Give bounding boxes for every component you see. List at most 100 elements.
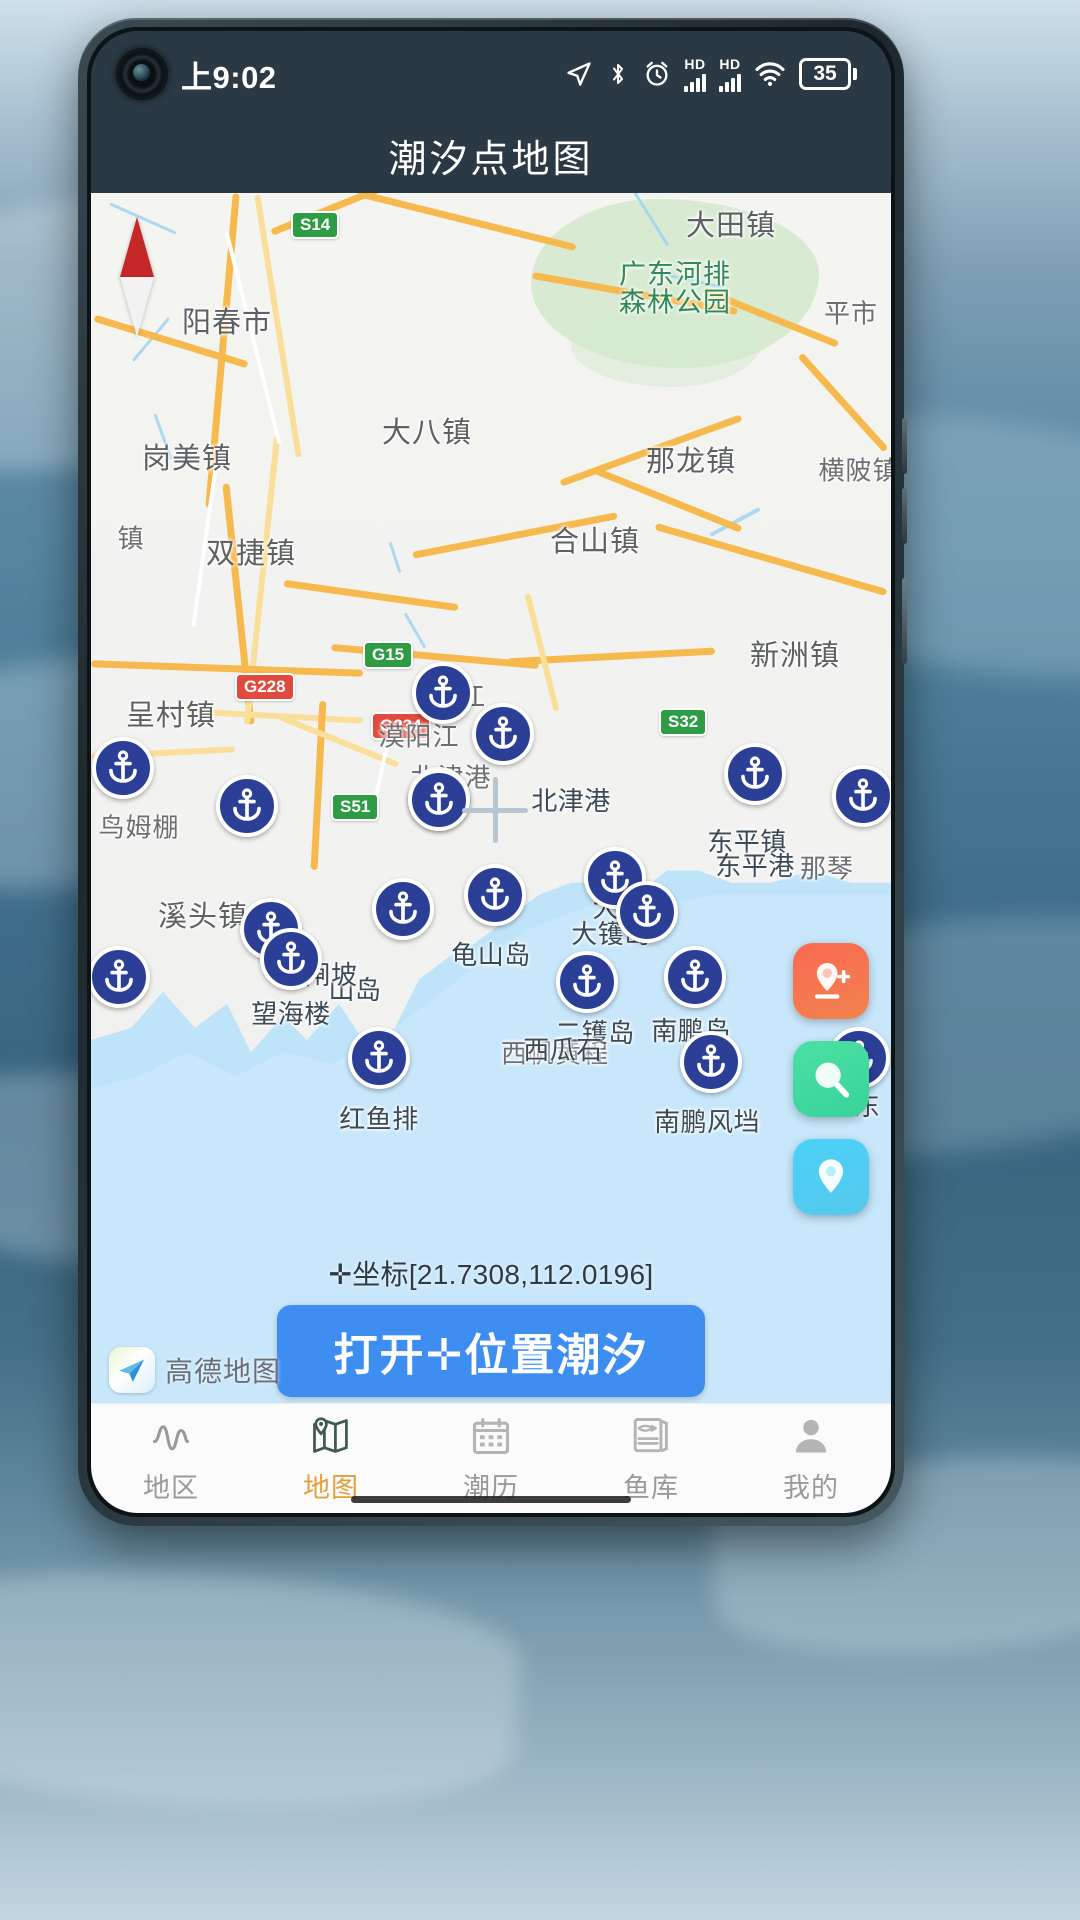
fish-book-icon bbox=[629, 1413, 673, 1459]
tide-point-marker[interactable] bbox=[556, 950, 618, 1013]
anchor-icon bbox=[233, 788, 261, 822]
map-place-label: 新洲镇 bbox=[749, 639, 841, 672]
tide-point-marker[interactable] bbox=[832, 764, 891, 827]
add-tide-point-button[interactable] bbox=[793, 943, 869, 1020]
anchor-icon bbox=[109, 750, 137, 783]
bluetooth-icon bbox=[613, 64, 623, 84]
battery-tip bbox=[853, 67, 857, 80]
search-button[interactable] bbox=[793, 1041, 869, 1118]
map-action-buttons bbox=[793, 943, 869, 1216]
anchor-icon bbox=[481, 877, 509, 910]
volume-up-button[interactable] bbox=[902, 418, 907, 474]
map-place-label: 阳春市 bbox=[181, 307, 273, 340]
map-place-label: 岗美镇 bbox=[141, 442, 233, 475]
road-shield: S32 bbox=[659, 708, 708, 737]
power-button[interactable] bbox=[902, 578, 907, 664]
anchor-icon bbox=[105, 959, 133, 992]
anchor-icon bbox=[681, 959, 709, 992]
tide-point-label: 北津港 bbox=[531, 786, 611, 817]
map-place-label: 平市 bbox=[823, 298, 879, 329]
phone-screen: 上9:02 HD HD 35 潮汐点地图 S14 G15 G228 G234 S… bbox=[91, 31, 891, 1513]
status-bar: 上9:02 HD HD 35 bbox=[91, 31, 891, 117]
map-place-label: 大田镇 bbox=[685, 210, 777, 243]
tide-point-marker[interactable] bbox=[91, 946, 150, 1009]
map-place-label: 大八镇 bbox=[381, 417, 473, 450]
pin-plus-icon bbox=[814, 963, 851, 999]
anchor-icon bbox=[277, 941, 305, 974]
map-place-label: 那龙镇 bbox=[645, 446, 737, 479]
map-place-label: 横陂镇 bbox=[818, 455, 891, 486]
nav-item-region[interactable]: 地区 bbox=[91, 1413, 251, 1505]
anchor-icon bbox=[849, 778, 877, 811]
nav-label: 我的 bbox=[783, 1472, 839, 1503]
amap-logo-icon bbox=[109, 1347, 155, 1393]
phone-frame: 上9:02 HD HD 35 潮汐点地图 S14 G15 G228 G234 S… bbox=[78, 18, 907, 1526]
road-shield: G228 bbox=[235, 673, 295, 702]
front-camera-punch-hole bbox=[119, 51, 165, 97]
tide-point-marker[interactable] bbox=[216, 775, 278, 838]
map-place-label: 镇 bbox=[117, 523, 145, 554]
tide-point-marker[interactable] bbox=[412, 661, 474, 724]
anchor-icon bbox=[573, 964, 601, 997]
tide-point-label: 西瓜石 bbox=[523, 1035, 603, 1066]
tide-point-marker[interactable] bbox=[664, 946, 726, 1009]
tide-point-marker[interactable] bbox=[348, 1027, 410, 1090]
signal-bars bbox=[684, 72, 706, 92]
tide-point-marker[interactable] bbox=[464, 863, 526, 926]
map-place-label: 鸟姆棚 bbox=[98, 812, 180, 843]
nav-item-map[interactable]: 地图 bbox=[251, 1413, 411, 1505]
tide-point-label: 东平港 bbox=[715, 851, 795, 882]
nav-label: 地区 bbox=[143, 1472, 199, 1503]
nav-item-fish-library[interactable]: 鱼库 bbox=[571, 1413, 731, 1505]
tide-point-label: 望海楼 bbox=[251, 999, 331, 1030]
alarm-icon bbox=[646, 61, 668, 86]
tide-point-marker[interactable] bbox=[260, 927, 322, 990]
tide-point-marker[interactable] bbox=[616, 880, 678, 943]
nav-item-mine[interactable]: 我的 bbox=[731, 1413, 891, 1505]
anchor-icon bbox=[425, 782, 453, 816]
road-shield: S51 bbox=[331, 793, 380, 822]
nav-label: 鱼库 bbox=[623, 1472, 679, 1503]
signal-bars bbox=[719, 72, 741, 92]
tide-point-label: 红鱼排 bbox=[339, 1104, 419, 1135]
tide-point-marker[interactable] bbox=[408, 769, 470, 832]
anchor-icon bbox=[389, 891, 417, 925]
nav-item-tide-calendar[interactable]: 潮历 bbox=[411, 1413, 571, 1505]
map-place-label: 溪头镇 bbox=[157, 901, 249, 934]
amap-label: 高德地图 bbox=[165, 1356, 282, 1387]
anchor-icon bbox=[365, 1040, 393, 1073]
calendar-icon bbox=[469, 1413, 513, 1459]
amap-attribution: 高德地图 bbox=[109, 1347, 281, 1393]
phone-bezel: 上9:02 HD HD 35 潮汐点地图 S14 G15 G228 G234 S… bbox=[87, 27, 895, 1517]
coordinate-readout: ✛坐标[21.7308,112.0196] bbox=[328, 1259, 654, 1290]
open-location-tide-button[interactable]: 打开✛位置潮汐 bbox=[277, 1305, 705, 1397]
anchor-icon bbox=[633, 894, 661, 927]
map-canvas[interactable]: S14 G15 G228 G234 S32 S51 大田镇 广东河排 森林公园 阳春市 平市 大八镇… bbox=[91, 193, 891, 1403]
tide-point-marker[interactable] bbox=[724, 742, 786, 805]
battery-level: 35 bbox=[799, 57, 851, 91]
hd-signal-icon-2: HD bbox=[719, 57, 741, 92]
tide-point-marker[interactable] bbox=[92, 736, 154, 799]
road-shield: G15 bbox=[363, 640, 414, 669]
navigation-icon bbox=[567, 62, 591, 86]
person-icon bbox=[789, 1413, 833, 1459]
anchor-icon bbox=[429, 675, 457, 708]
map-place-label: 双捷镇 bbox=[205, 538, 297, 571]
location-pin-icon bbox=[818, 1159, 844, 1193]
battery-icon: 35 bbox=[799, 57, 857, 91]
volume-down-button[interactable] bbox=[902, 488, 907, 544]
wifi-icon bbox=[755, 62, 785, 86]
road-shield: S14 bbox=[291, 211, 340, 240]
tide-point-label: 南鹏风垱 bbox=[653, 1106, 761, 1137]
search-icon bbox=[815, 1062, 850, 1098]
map-place-label: 呈村镇 bbox=[125, 700, 217, 733]
tide-point-marker[interactable] bbox=[680, 1030, 742, 1093]
tide-point-marker[interactable] bbox=[472, 702, 534, 765]
anchor-icon bbox=[697, 1044, 725, 1077]
tide-point-label: 龟山岛 bbox=[451, 939, 531, 970]
map-pin-icon bbox=[309, 1413, 353, 1459]
home-indicator[interactable] bbox=[351, 1496, 631, 1503]
wave-decor bbox=[0, 1557, 524, 1822]
tide-point-marker[interactable] bbox=[372, 878, 434, 941]
my-location-button[interactable] bbox=[793, 1139, 869, 1216]
